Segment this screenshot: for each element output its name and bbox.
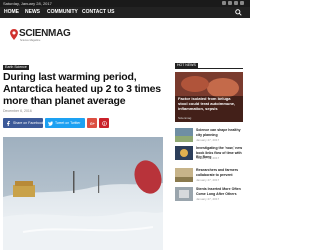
twitter-icon[interactable] <box>228 1 232 5</box>
sidebar-news-item[interactable]: Researchers and farmers collaborate to p… <box>175 168 245 184</box>
nav-item-community[interactable]: COMMUNITY <box>47 9 78 16</box>
brand-tagline: Science Magazine <box>20 39 41 42</box>
sidebar-news-title[interactable]: Researchers and farmers collaborate to p… <box>196 168 244 177</box>
top-bar-date: Saturday, January 28, 2017 <box>3 1 52 6</box>
facebook-icon <box>7 120 10 126</box>
main-nav: HOME NEWS COMMUNITY CONTACT US <box>0 7 250 18</box>
search-icon[interactable] <box>235 9 242 16</box>
nav-item-news[interactable]: NEWS <box>25 9 40 16</box>
sidebar-news-date: January 27, 2017 <box>196 156 220 160</box>
site-logo[interactable]: SCIENMAG Science Magazine <box>10 28 71 42</box>
sidebar-news-title[interactable]: Science can shape healthy city planning <box>196 128 244 137</box>
google-plus-icon: G+ <box>90 122 95 126</box>
share-facebook-label: Share on Facebook <box>13 121 44 125</box>
sidebar-news-title[interactable]: Stents Inserted More Often Come Long Aft… <box>196 187 244 196</box>
article-hero-image <box>3 137 163 250</box>
nav-item-home[interactable]: HOME <box>4 9 19 16</box>
top-bar: Saturday, January 28, 2017 <box>0 0 250 7</box>
sidebar-divider <box>175 68 243 69</box>
featured-news-meta: Scienmag <box>178 116 192 120</box>
sidebar-news-date: January 27, 2017 <box>196 197 220 201</box>
news-thumbnail[interactable] <box>175 187 193 201</box>
brand-name: SCIENMAG <box>19 28 71 39</box>
pinterest-icon <box>101 120 107 126</box>
sidebar-news-date: January 27, 2017 <box>196 178 220 182</box>
featured-news-title[interactable]: Factor isolated from beluga stool could … <box>178 96 240 111</box>
article-date: December 6, 2016 <box>3 109 32 113</box>
twitter-icon <box>48 121 53 126</box>
share-twitter-label: Tweet on Twitter <box>55 121 81 125</box>
svg-text:G+: G+ <box>90 122 95 126</box>
share-googleplus-button[interactable]: G+ <box>87 118 97 128</box>
sidebar-news-item[interactable]: Stents Inserted More Often Come Long Aft… <box>175 187 245 203</box>
article-title: During last warming period, Antarctica h… <box>3 71 161 107</box>
news-thumbnail[interactable] <box>175 168 193 182</box>
news-thumbnail[interactable] <box>175 146 193 160</box>
sidebar-news-item[interactable]: Science can shape healthy city planning … <box>175 128 245 144</box>
nav-item-contact[interactable]: CONTACT US <box>82 9 114 16</box>
share-facebook-button[interactable]: Share on Facebook <box>3 118 44 128</box>
youtube-icon[interactable] <box>234 1 238 5</box>
category-badge[interactable]: Earth Science <box>3 65 29 70</box>
news-thumbnail[interactable] <box>175 128 193 142</box>
sidebar-news-date: January 27, 2017 <box>196 138 220 142</box>
location-pin-logo-icon <box>10 29 18 40</box>
sidebar-news-item[interactable]: Investigating the 'now,' new book links … <box>175 146 245 162</box>
facebook-icon[interactable] <box>222 1 226 5</box>
share-twitter-button[interactable]: Tweet on Twitter <box>45 118 85 128</box>
rss-icon[interactable] <box>240 1 244 5</box>
share-pinterest-button[interactable] <box>99 118 109 128</box>
